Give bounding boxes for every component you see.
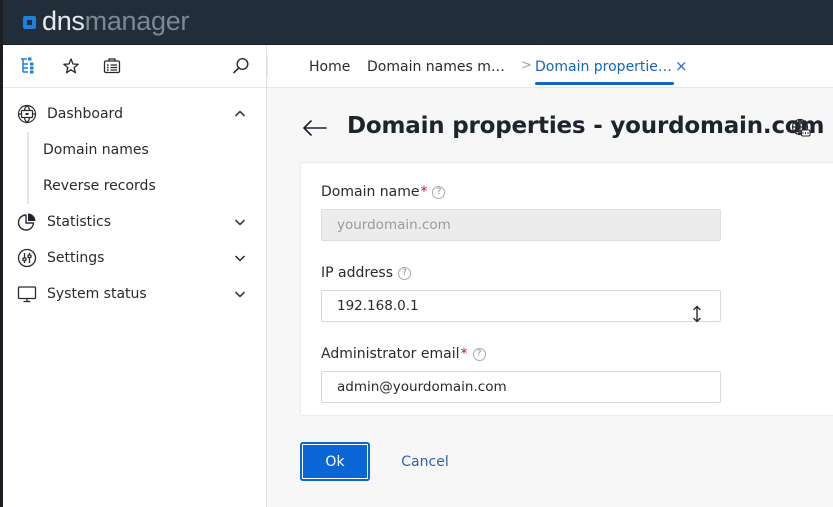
ok-button[interactable]: Ok [300, 442, 370, 481]
admin-email-label: Administrator email [321, 346, 460, 362]
close-tab-icon[interactable]: × [675, 57, 688, 75]
search-icon [233, 57, 249, 74]
domain-info-button[interactable] [791, 118, 811, 138]
sidebar-item-reverse-records[interactable]: Reverse records [3, 168, 266, 204]
dashboard-globe-icon [17, 104, 37, 124]
tab-label: Domain names m… [367, 58, 505, 75]
cancel-button[interactable]: Cancel [393, 442, 457, 481]
sidebar-nav: Dashboard Domain names Reverse records S… [3, 88, 266, 312]
back-button[interactable] [301, 116, 329, 140]
ip-address-field: IP address ? [321, 264, 721, 324]
domain-form-card: Domain name* ? IP address ? [300, 162, 833, 416]
settings-sliders-icon [17, 248, 37, 268]
page-title: Domain properties - yourdomain.com [347, 113, 825, 139]
favorites-button[interactable] [61, 56, 81, 76]
tab-label: Home [309, 58, 351, 75]
tab-domain-properties[interactable]: Domain propertie… [535, 45, 674, 88]
ip-address-label: IP address [321, 265, 394, 281]
globe-www-icon [791, 118, 811, 137]
sidebar-item-domain-names[interactable]: Domain names [3, 132, 266, 168]
ip-address-input[interactable] [321, 290, 721, 322]
required-marker: * [460, 346, 468, 362]
tab-bar: Home Domain names m… > Domain propertie…… [267, 45, 833, 88]
logo-mark-icon [23, 16, 36, 29]
chevron-down-icon[interactable] [233, 215, 247, 229]
tab-domain-names[interactable]: Domain names m… [367, 45, 505, 88]
chevron-down-icon[interactable] [233, 251, 247, 265]
logo-text-manager: manager [84, 5, 190, 36]
dashboard-submenu: Domain names Reverse records [3, 132, 266, 204]
sidebar-item-label: Dashboard [47, 106, 123, 122]
chevron-down-icon[interactable] [233, 287, 247, 301]
sidebar-item-system-status[interactable]: System status [3, 276, 266, 312]
pie-chart-icon [17, 213, 36, 231]
briefcase-list-icon [103, 58, 121, 74]
tasks-button[interactable] [102, 56, 122, 76]
help-icon[interactable]: ? [432, 185, 446, 199]
tree-view-button[interactable] [18, 56, 38, 76]
breadcrumb-separator-icon: > [521, 58, 532, 73]
tab-home[interactable]: Home [309, 45, 350, 88]
app-window: dnsmanager Dashboard Domain names Revers… [0, 0, 833, 507]
help-icon[interactable]: ? [472, 347, 486, 361]
sidebar-item-label: Settings [47, 250, 105, 266]
sidebar: Dashboard Domain names Reverse records S… [3, 45, 267, 507]
sidebar-item-label: Statistics [47, 214, 111, 230]
up-down-arrow-icon[interactable] [691, 304, 703, 324]
sidebar-item-dashboard[interactable]: Dashboard [3, 96, 266, 132]
domain-name-label: Domain name [321, 184, 420, 200]
logo[interactable]: dnsmanager [23, 5, 190, 36]
sidebar-search-button[interactable] [231, 56, 251, 76]
tree-icon [21, 57, 34, 74]
required-marker: * [420, 184, 428, 200]
sidebar-item-settings[interactable]: Settings [3, 240, 266, 276]
sidebar-item-statistics[interactable]: Statistics [3, 204, 266, 240]
monitor-icon [17, 286, 37, 303]
help-icon[interactable]: ? [398, 266, 412, 280]
divider [267, 55, 268, 77]
admin-email-input[interactable] [321, 371, 721, 403]
top-header: dnsmanager [3, 0, 833, 45]
arrow-left-icon [303, 120, 327, 136]
active-tab-indicator [535, 82, 674, 85]
logo-text-dns: dns [42, 5, 85, 36]
admin-email-field: Administrator email * ? [321, 345, 721, 403]
tab-label: Domain propertie… [535, 58, 672, 75]
chevron-up-icon[interactable] [233, 107, 247, 121]
domain-name-input [321, 209, 721, 241]
sidebar-toolbar [3, 45, 266, 88]
domain-name-field: Domain name * ? [321, 183, 721, 241]
main-content: Domain properties - yourdomain.com Domai… [267, 88, 833, 507]
star-icon [63, 58, 79, 74]
sidebar-item-label: System status [47, 286, 147, 302]
